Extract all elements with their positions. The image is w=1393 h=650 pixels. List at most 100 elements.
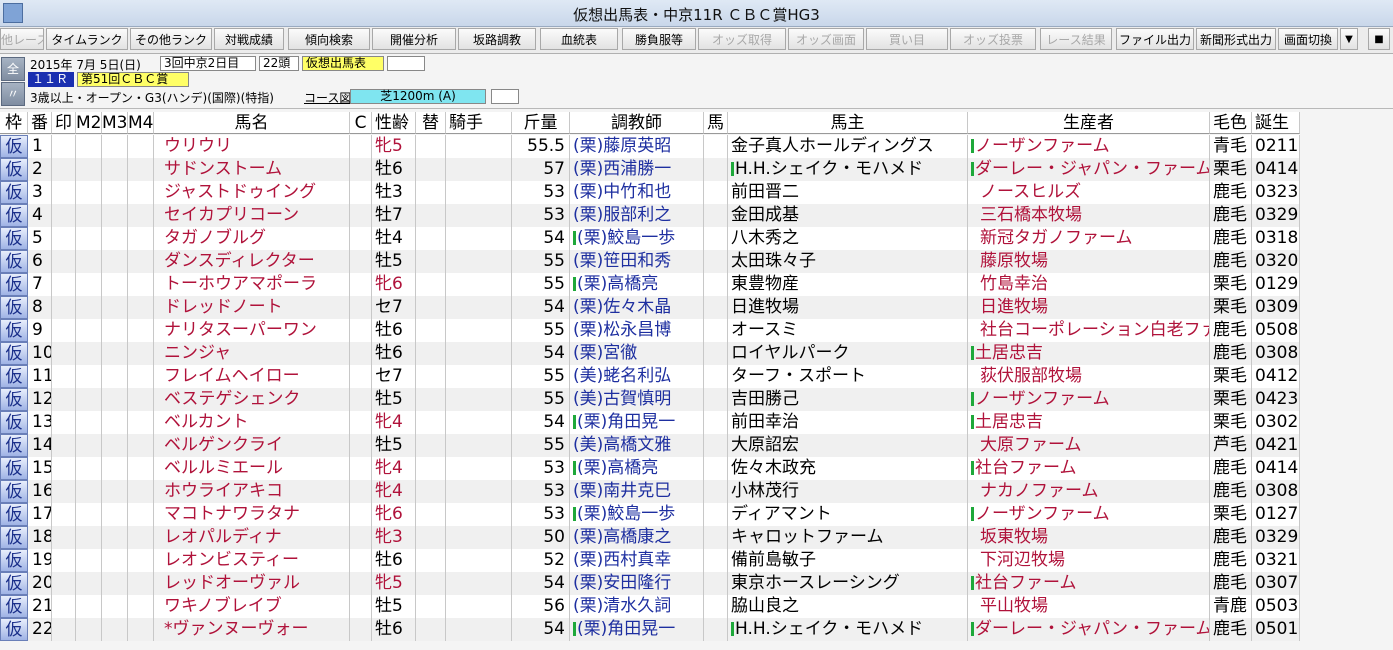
toolbar-button-11[interactable]: 買い目 <box>866 28 948 50</box>
header-sexage[interactable]: 性齢 <box>372 112 416 134</box>
cell-waku[interactable]: 仮 <box>0 135 28 158</box>
table-row[interactable]: 仮 21 ワキノブレイブ 牡5 56 (栗)清水久詞 脇山良之 平山牧場 青鹿 0503 <box>0 595 1300 618</box>
cell-horse[interactable]: レオンビスティー <box>154 549 350 572</box>
cell-waku[interactable]: 仮 <box>0 204 28 227</box>
cell-horse[interactable]: レッドオーヴァル <box>154 572 350 595</box>
table-row[interactable]: 仮 8 ドレッドノート セ7 54 (栗)佐々木晶 日進牧場 日進牧場 栗毛 0309 <box>0 296 1300 319</box>
cell-mark[interactable] <box>52 181 76 204</box>
cell-horse[interactable]: ダンスディレクター <box>154 250 350 273</box>
cell-waku[interactable]: 仮 <box>0 388 28 411</box>
header-num[interactable]: 番 <box>28 112 52 134</box>
cell-horse[interactable]: レオパルディナ <box>154 526 350 549</box>
toolbar-button-9[interactable]: オッズ取得 <box>698 28 786 50</box>
cell-horse[interactable]: ウリウリ <box>154 135 350 158</box>
race-status-extra[interactable] <box>387 56 425 71</box>
header-c[interactable]: C <box>350 112 372 134</box>
table-row[interactable]: 仮 19 レオンビスティー 牡6 52 (栗)西村真幸 備前島敏子 下河辺牧場 鹿毛 0321 <box>0 549 1300 572</box>
header-m2[interactable]: M2 <box>76 112 102 134</box>
cell-mark[interactable] <box>52 296 76 319</box>
toolbar-button-12[interactable]: オッズ投票 <box>950 28 1036 50</box>
cell-waku[interactable]: 仮 <box>0 526 28 549</box>
cell-mark[interactable] <box>52 227 76 250</box>
cell-horse[interactable]: ベステゲシェンク <box>154 388 350 411</box>
cell-horse[interactable]: ジャストドゥイング <box>154 181 350 204</box>
table-row[interactable]: 仮 12 ベステゲシェンク 牡5 55 (美)古賀慎明 吉田勝己 ノーザンファーム 栗毛 0423 <box>0 388 1300 411</box>
cell-waku[interactable]: 仮 <box>0 319 28 342</box>
toolbar-dropdown-icon[interactable]: ▼ <box>1340 28 1358 50</box>
toolbar-button-4[interactable]: 傾向検索 <box>288 28 370 50</box>
toolbar-menu-icon[interactable]: ■ <box>1368 28 1390 50</box>
toolbar-button-16[interactable]: 画面切換 <box>1278 28 1338 50</box>
cell-waku[interactable]: 仮 <box>0 273 28 296</box>
toolbar-button-14[interactable]: ファイル出力 <box>1116 28 1194 50</box>
cell-mark[interactable] <box>52 135 76 158</box>
toolbar-button-8[interactable]: 勝負服等 <box>622 28 696 50</box>
cell-waku[interactable]: 仮 <box>0 296 28 319</box>
table-row[interactable]: 仮 5 タガノブルグ 牡4 54 (栗)鮫島一歩 八木秀之 新冠タガノファーム 鹿毛 0318 <box>0 227 1300 250</box>
cell-mark[interactable] <box>52 411 76 434</box>
cell-mark[interactable] <box>52 388 76 411</box>
side-button-bottom[interactable]: 〃 <box>1 82 25 106</box>
cell-waku[interactable]: 仮 <box>0 365 28 388</box>
header-trainer[interactable]: 調教師 <box>570 112 704 134</box>
table-row[interactable]: 仮 20 レッドオーヴァル 牝5 54 (栗)安田隆行 東京ホースレーシング 社台ファーム 鹿毛… <box>0 572 1300 595</box>
course-map-link[interactable]: コース図 <box>304 89 351 106</box>
cell-mark[interactable] <box>52 572 76 595</box>
header-birth[interactable]: 誕生 <box>1252 112 1300 134</box>
cell-horse[interactable]: ベルカント <box>154 411 350 434</box>
cell-waku[interactable]: 仮 <box>0 480 28 503</box>
cell-horse[interactable]: フレイムヘイロー <box>154 365 350 388</box>
header-color[interactable]: 毛色 <box>1210 112 1252 134</box>
cell-horse[interactable]: *ヴァンヌーヴォー <box>154 618 350 641</box>
table-row[interactable]: 仮 10 ニンジャ 牡6 54 (栗)宮徹 ロイヤルパーク 土居忠吉 鹿毛 0308 <box>0 342 1300 365</box>
cell-waku[interactable]: 仮 <box>0 618 28 641</box>
toolbar-button-13[interactable]: レース結果 <box>1040 28 1112 50</box>
cell-horse[interactable]: ベルルミエール <box>154 457 350 480</box>
cell-mark[interactable] <box>52 273 76 296</box>
cell-waku[interactable]: 仮 <box>0 342 28 365</box>
toolbar-button-6[interactable]: 坂路調教 <box>458 28 536 50</box>
table-row[interactable]: 仮 3 ジャストドゥイング 牡3 53 (栗)中竹和也 前田晋二 ノースヒルズ 鹿毛 0323 <box>0 181 1300 204</box>
cell-mark[interactable] <box>52 480 76 503</box>
toolbar-button-5[interactable]: 開催分析 <box>372 28 456 50</box>
cell-waku[interactable]: 仮 <box>0 549 28 572</box>
cell-horse[interactable]: トーホウアマポーラ <box>154 273 350 296</box>
cell-horse[interactable]: ナリタスーパーワン <box>154 319 350 342</box>
cell-horse[interactable]: ホウライアキコ <box>154 480 350 503</box>
header-weight[interactable]: 斤量 <box>512 112 570 134</box>
cell-mark[interactable] <box>52 595 76 618</box>
cell-mark[interactable] <box>52 457 76 480</box>
table-row[interactable]: 仮 9 ナリタスーパーワン 牡6 55 (栗)松永昌博 オースミ 社台コーポレーション白老ファ… <box>0 319 1300 342</box>
cell-mark[interactable] <box>52 434 76 457</box>
cell-horse[interactable]: ドレッドノート <box>154 296 350 319</box>
toolbar-button-2[interactable]: その他ランク <box>130 28 212 50</box>
table-row[interactable]: 仮 17 マコトナワラタナ 牝6 53 (栗)鮫島一歩 ディアマント ノーザンファーム 栗毛 01… <box>0 503 1300 526</box>
cell-horse[interactable]: サドンストーム <box>154 158 350 181</box>
cell-mark[interactable] <box>52 342 76 365</box>
cell-mark[interactable] <box>52 503 76 526</box>
table-row[interactable]: 仮 15 ベルルミエール 牝4 53 (栗)高橋亮 佐々木政充 社台ファーム 鹿毛 0414 <box>0 457 1300 480</box>
table-row[interactable]: 仮 18 レオパルディナ 牝3 50 (栗)高橋康之 キャロットファーム 坂東牧場 鹿毛 0329 <box>0 526 1300 549</box>
header-uma[interactable]: 馬 <box>704 112 728 134</box>
header-horse[interactable]: 馬名 <box>154 112 350 134</box>
table-row[interactable]: 仮 22 *ヴァンヌーヴォー 牡6 54 (栗)角田晃一 H.H.シェイク・モハメド ダーレー… <box>0 618 1300 641</box>
toolbar-button-7[interactable]: 血統表 <box>540 28 618 50</box>
cell-horse[interactable]: タガノブルグ <box>154 227 350 250</box>
cell-waku[interactable]: 仮 <box>0 595 28 618</box>
cell-mark[interactable] <box>52 526 76 549</box>
header-breeder[interactable]: 生産者 <box>968 112 1210 134</box>
course-extra[interactable] <box>491 89 519 104</box>
toolbar-button-0[interactable]: 他レース <box>0 28 44 50</box>
cell-waku[interactable]: 仮 <box>0 411 28 434</box>
cell-mark[interactable] <box>52 549 76 572</box>
cell-waku[interactable]: 仮 <box>0 457 28 480</box>
header-owner[interactable]: 馬主 <box>728 112 968 134</box>
header-jockey[interactable]: 騎手 <box>446 112 512 134</box>
header-m4[interactable]: M4 <box>128 112 154 134</box>
cell-horse[interactable]: マコトナワラタナ <box>154 503 350 526</box>
cell-mark[interactable] <box>52 618 76 641</box>
cell-waku[interactable]: 仮 <box>0 181 28 204</box>
cell-horse[interactable]: ニンジャ <box>154 342 350 365</box>
table-row[interactable]: 仮 6 ダンスディレクター 牡5 55 (栗)笹田和秀 太田珠々子 藤原牧場 鹿毛 0320 <box>0 250 1300 273</box>
cell-mark[interactable] <box>52 365 76 388</box>
